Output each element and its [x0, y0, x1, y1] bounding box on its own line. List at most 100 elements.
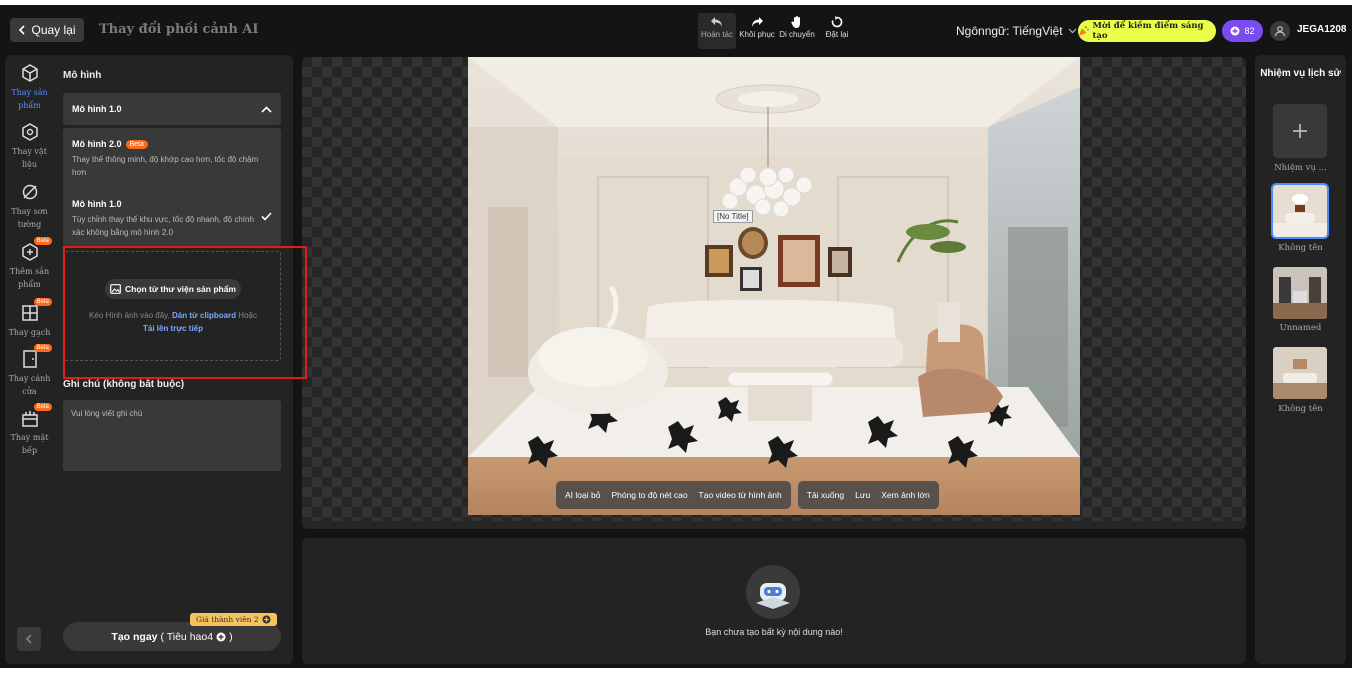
coin-icon [262, 615, 271, 624]
back-button[interactable]: Quay lại [10, 18, 84, 42]
note-label: Ghi chú (không bắt buộc) [63, 379, 185, 390]
party-popper-icon [1078, 26, 1090, 36]
door-icon [22, 350, 37, 368]
results-panel: Bạn chưa tạo bất kỳ nội dung nào! [302, 538, 1246, 664]
ai-remove-button[interactable]: AI loại bỏ [565, 490, 600, 500]
points-badge[interactable]: 82 [1222, 20, 1263, 42]
model-option-2[interactable]: Mô hình 2.0 Beta Thay thế thông minh, độ … [72, 139, 272, 179]
rail-item-replace-tile[interactable]: Beta Thay gạch [5, 298, 54, 339]
top-bar: Quay lại Thay đổi phối cảnh AI Hoàn tác … [0, 5, 1352, 55]
material-cube-icon [21, 123, 38, 141]
model-section-label: Mô hình [63, 70, 102, 81]
ai-action-group: AI loại bỏ Phóng to độ nét cao Tạo video… [556, 481, 791, 509]
language-selector[interactable]: Ngônngữ: TiếngViệt [956, 24, 1077, 38]
create-now-button[interactable]: Tạo ngay ( Tiêu hao4 ) [63, 622, 281, 651]
hand-icon [791, 16, 800, 28]
language-label: Ngônngữ: TiếngViệt [956, 24, 1063, 38]
chevron-down-icon [1068, 28, 1076, 34]
redo-button[interactable]: Khôi phục [738, 13, 776, 49]
download-button[interactable]: Tải xuống [807, 490, 844, 500]
beta-badge: Beta [33, 298, 52, 306]
model-option-1[interactable]: Mô hình 1.0 Tùy chỉnh thay thế khu vực, … [72, 199, 272, 239]
new-task-label: Nhiệm vụ ... [1274, 163, 1327, 173]
model-desc: Tùy chỉnh thay thế khu vực, tốc độ nhanh… [72, 215, 254, 237]
move-button[interactable]: Di chuyển [778, 13, 816, 49]
history-thumbnail[interactable] [1271, 183, 1329, 239]
rail-item-replace-material[interactable]: Thay vật liệu [5, 122, 54, 171]
undo-label: Hoàn tác [700, 30, 734, 39]
empty-robot-icon [746, 565, 800, 619]
save-button[interactable]: Lưu [855, 490, 870, 500]
model-dropdown[interactable]: Mô hình 1.0 [63, 93, 281, 125]
room-image[interactable]: [No Title] [468, 57, 1080, 515]
rail-label: Thay gạch [8, 328, 51, 337]
chevron-left-icon [26, 634, 32, 644]
canvas-bottom-edge [302, 521, 1246, 529]
beta-badge: Beta [33, 237, 52, 245]
file-action-group: Tải xuống Lưu Xem ảnh lớn [797, 481, 939, 509]
user-icon [1275, 26, 1285, 37]
note-textarea[interactable] [63, 400, 281, 471]
collapse-panel-button[interactable] [17, 627, 41, 651]
beta-badge: Beta [33, 344, 52, 352]
points-value: 82 [1244, 26, 1255, 36]
invite-promo-button[interactable]: Mời để kiếm điểm sáng tạo [1078, 20, 1216, 42]
image-canvas[interactable]: [No Title] AI loại bỏ Phóng to độ nét ca… [302, 57, 1246, 529]
create-label: Tạo ngay [111, 630, 158, 643]
beta-badge: Beta [33, 403, 52, 411]
rail-item-replace-paint[interactable]: Thay sơn tường [5, 182, 54, 231]
beta-badge: Beta [125, 139, 148, 149]
promo-label: Mời để kiếm điểm sáng tạo [1092, 21, 1204, 41]
undo-icon [711, 17, 722, 27]
living-room-photo [468, 57, 1080, 515]
chevron-left-icon [19, 25, 26, 35]
image-to-video-button[interactable]: Tạo video từ hình ảnh [699, 490, 782, 500]
member-price-tag: Giá thành viên 2 [190, 613, 277, 626]
kitchen-icon [21, 411, 38, 427]
history-title: Nhiệm vụ lịch sử [1260, 68, 1341, 79]
chevron-up-icon [261, 105, 272, 113]
selected-model: Mô hình 1.0 [72, 104, 122, 114]
rail-label: Thay sản phẩm [11, 88, 48, 110]
redo-label: Khôi phục [739, 30, 775, 39]
rail-label: Thay mặt bếp [10, 433, 49, 455]
empty-state-text: Bạn chưa tạo bất kỳ nội dung nào! [705, 627, 843, 637]
avatar[interactable] [1270, 21, 1290, 41]
model-name: Mô hình 2.0 [72, 139, 122, 149]
history-thumbnail[interactable] [1273, 347, 1327, 399]
back-label: Quay lại [31, 23, 76, 37]
model-desc: Thay thế thông minh, độ khớp cao hơn, tố… [72, 155, 259, 177]
rail-label: Thay sơn tường [11, 207, 48, 229]
rail-item-replace-door[interactable]: Beta Thay cánh cửa [5, 344, 54, 398]
rail-item-replace-product[interactable]: Thay sản phẩm [5, 63, 54, 112]
history-item-label: Không tên [1278, 404, 1323, 414]
rail-item-replace-countertop[interactable]: Beta Thay mặt bếp [5, 403, 54, 457]
rail-item-add-product[interactable]: Beta Thêm sản phẩm [5, 237, 54, 291]
history-item-label: Unnamed [1279, 323, 1322, 333]
new-task-button[interactable] [1273, 104, 1327, 158]
undo-button[interactable]: Hoàn tác [698, 13, 736, 49]
edit-toolbar: Hoàn tác Khôi phục Di chuyển Đặt lại [698, 13, 856, 49]
reset-button[interactable]: Đặt lại [818, 13, 856, 49]
page-title: Thay đổi phối cảnh AI [99, 22, 259, 37]
model-name: Mô hình 1.0 [72, 199, 122, 209]
highlight-outline [63, 246, 307, 379]
rail-label: Thay vật liệu [12, 147, 47, 169]
rail-label: Thêm sản phẩm [9, 267, 50, 289]
rail-label: Thay cánh cửa [8, 374, 51, 396]
check-icon [261, 212, 272, 221]
coin-icon [216, 632, 226, 641]
upscale-button[interactable]: Phóng to độ nét cao [611, 490, 687, 500]
view-large-button[interactable]: Xem ảnh lớn [881, 490, 930, 500]
plus-icon [1293, 124, 1307, 138]
product-cube-icon [21, 64, 38, 82]
add-product-icon [21, 243, 38, 261]
coin-icon [1230, 26, 1240, 36]
history-thumbnail[interactable] [1273, 267, 1327, 319]
tile-icon [21, 305, 38, 321]
history-panel: Nhiệm vụ lịch sử Nhiệm vụ ... Không tên … [1255, 55, 1346, 664]
redo-icon [752, 17, 763, 27]
tool-rail: Thay sản phẩm Thay vật liệu Thay sơn tườ… [5, 55, 54, 664]
username[interactable]: JEGA1208 [1297, 24, 1346, 35]
create-cost-end: ) [229, 630, 233, 643]
